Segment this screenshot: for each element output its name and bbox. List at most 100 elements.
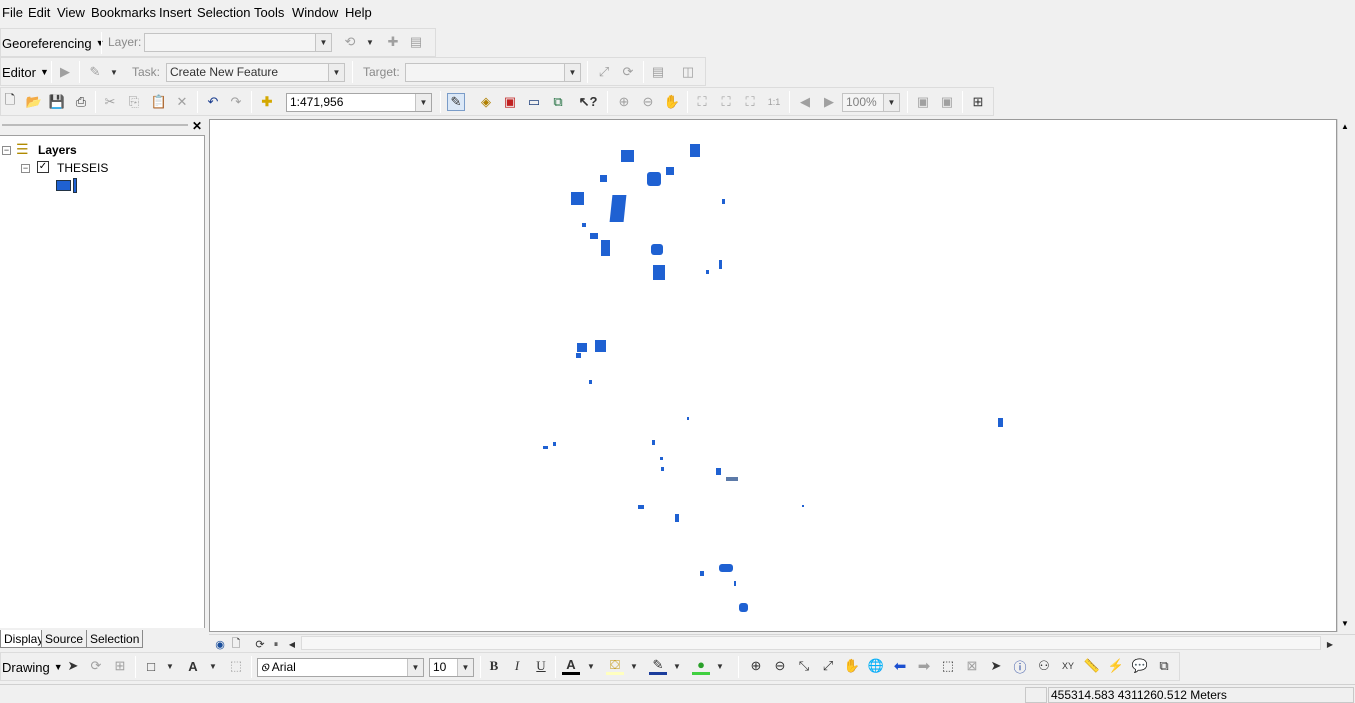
feature-polygon[interactable] [675, 514, 679, 522]
feature-polygon[interactable] [719, 260, 722, 269]
line-color-icon[interactable]: ✎ [649, 657, 667, 675]
zoom-in-icon[interactable]: ⊕ [747, 657, 765, 675]
sketch-properties-icon[interactable]: ◫ [679, 63, 697, 81]
feature-polygon[interactable] [739, 603, 748, 612]
catalog-icon[interactable]: ▭ [525, 93, 543, 111]
zoom-out-fixed-icon[interactable]: ⊖ [639, 93, 657, 111]
tab-source[interactable]: Source [41, 630, 88, 648]
feature-polygon[interactable] [687, 417, 689, 420]
feature-polygon[interactable] [734, 581, 736, 586]
save-icon[interactable]: 💾 [48, 93, 66, 111]
feature-polygon[interactable] [652, 440, 655, 445]
feature-polygon[interactable] [601, 240, 610, 256]
feature-polygon[interactable] [726, 477, 738, 481]
feature-polygon[interactable] [589, 380, 592, 384]
feature-polygon[interactable] [621, 150, 634, 162]
feature-polygon[interactable] [719, 564, 733, 572]
chevron-down-icon[interactable]: ▼ [105, 63, 123, 81]
toggle-draft-icon[interactable]: ▣ [914, 93, 932, 111]
feature-polygon[interactable] [590, 233, 598, 239]
scroll-right-icon[interactable]: ▶ [1321, 635, 1339, 653]
georeferencing-menu[interactable]: Georeferencing▼ [2, 32, 105, 54]
collapse-icon[interactable]: − [2, 146, 11, 155]
new-icon[interactable]: 🗋 [1, 92, 19, 111]
pan-layout-icon[interactable]: ✋ [663, 93, 681, 111]
focus-frame-icon[interactable]: ▣ [938, 93, 956, 111]
paste-icon[interactable]: 📋 [150, 93, 168, 111]
feature-polygon[interactable] [638, 505, 644, 509]
fill-color-icon[interactable]: ⛋ [606, 657, 624, 675]
zoom-in-fixed-icon[interactable]: ⊕ [615, 93, 633, 111]
feature-polygon[interactable] [716, 468, 721, 475]
chevron-down-icon[interactable]: ▼ [204, 657, 222, 675]
text-tool-icon[interactable]: A [184, 657, 202, 675]
feature-polygon[interactable] [653, 265, 665, 280]
tab-selection[interactable]: Selection [86, 630, 144, 648]
horizontal-scrollbar[interactable] [301, 636, 1321, 650]
chevron-down-icon[interactable]: ▼ [361, 33, 379, 51]
menu-view[interactable]: View [57, 5, 85, 20]
feature-polygon[interactable] [651, 244, 663, 255]
feature-polygon[interactable] [700, 571, 704, 576]
scroll-up-icon[interactable]: ▲ [1341, 122, 1349, 131]
create-viewer-window-icon[interactable]: ⧉ [1155, 657, 1173, 675]
link-table-icon[interactable]: ▤ [407, 33, 425, 51]
menu-insert[interactable]: Insert [159, 5, 192, 20]
close-icon[interactable]: ✕ [192, 119, 202, 133]
chevron-down-icon[interactable]: ▼ [415, 94, 431, 111]
menu-edit[interactable]: Edit [28, 5, 50, 20]
add-control-points-icon[interactable]: ✚ [384, 33, 402, 51]
scroll-left-icon[interactable]: ◀ [283, 635, 301, 653]
target-combo[interactable]: ▼ [405, 63, 581, 82]
font-combo[interactable]: Ꮻ Arial ▼ [257, 658, 424, 677]
drawing-menu[interactable]: Drawing ▼ [2, 656, 63, 678]
zoom-whole-page-icon[interactable]: ⛶ [693, 93, 711, 111]
identify-icon[interactable]: ⓘ [1011, 657, 1029, 675]
layer-symbol[interactable] [56, 180, 71, 191]
layer-name[interactable]: THESEIS [57, 161, 108, 175]
task-combo[interactable]: Create New Feature ▼ [166, 63, 345, 82]
font-size-combo[interactable]: 10 ▼ [429, 658, 474, 677]
chevron-down-icon[interactable]: ▼ [315, 34, 331, 51]
cut-icon[interactable]: ✂ [101, 93, 119, 111]
zoom-to-selected-elements-icon[interactable]: ⊞ [111, 657, 129, 675]
feature-polygon[interactable] [690, 144, 700, 157]
feature-polygon[interactable] [998, 418, 1003, 427]
zoom-to-page-icon[interactable]: ⛶ [741, 93, 759, 111]
menu-tools[interactable]: Tools [254, 5, 284, 20]
feature-polygon[interactable] [802, 505, 804, 507]
feature-polygon[interactable] [661, 467, 664, 471]
font-color-icon[interactable]: A [562, 657, 580, 675]
menu-help[interactable]: Help [345, 5, 372, 20]
editor-menu[interactable]: Editor ▼ [2, 61, 49, 83]
feature-polygon[interactable] [595, 340, 606, 352]
open-icon[interactable]: 📂 [25, 93, 43, 111]
feature-polygon[interactable] [647, 172, 661, 186]
zoom-100-icon[interactable]: 1:1 [765, 93, 783, 111]
menu-window[interactable]: Window [292, 5, 338, 20]
layout-view-icon[interactable]: 🗋 [227, 635, 245, 653]
map-view[interactable] [209, 119, 1337, 632]
table-of-contents-icon[interactable]: ◈ [477, 93, 495, 111]
copy-icon[interactable]: ⎘ [125, 93, 143, 111]
edit-vertices-icon[interactable]: ⬚ [227, 657, 245, 675]
delete-icon[interactable]: ✕ [173, 93, 191, 111]
map-scale-combo[interactable]: 1:471,956 ▼ [286, 93, 432, 112]
chevron-down-icon[interactable]: ▼ [582, 657, 600, 675]
layer-visibility-checkbox[interactable]: ✓ [37, 161, 49, 173]
feature-polygon[interactable] [666, 167, 674, 175]
forward-extent-icon[interactable]: ➡ [915, 657, 933, 675]
hyperlink-icon[interactable]: ⚡ [1107, 657, 1125, 675]
next-extent-icon[interactable]: ▶ [820, 93, 838, 111]
rotate-element-icon[interactable]: ⟳ [87, 657, 105, 675]
toc-grip[interactable] [2, 124, 188, 126]
feature-polygon[interactable] [706, 270, 709, 274]
feature-polygon[interactable] [553, 442, 556, 446]
fixed-zoom-out-icon[interactable]: ⤢ [819, 657, 837, 675]
full-extent-icon[interactable]: 🌐 [867, 657, 885, 675]
feature-polygon[interactable] [609, 195, 627, 222]
chevron-down-icon[interactable]: ▼ [328, 64, 344, 81]
arctoolbox-icon[interactable]: ▣ [501, 93, 519, 111]
layout-zoom-combo[interactable]: 100% ▼ [842, 93, 900, 112]
feature-polygon[interactable] [577, 343, 587, 352]
